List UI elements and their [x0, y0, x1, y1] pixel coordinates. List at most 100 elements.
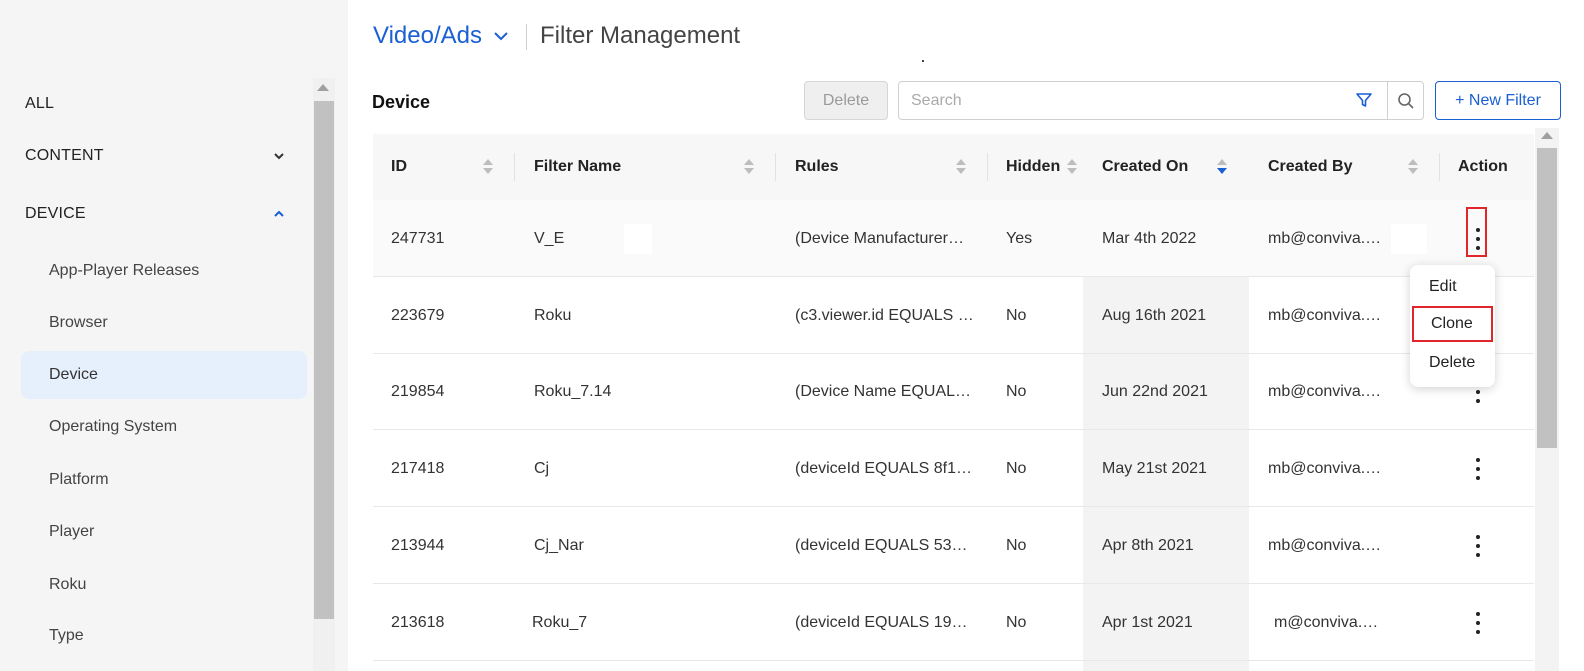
cell-created-on: Jun 22nd 2021	[1102, 382, 1208, 400]
column-header-filter-name[interactable]: Filter Name	[534, 134, 621, 200]
sort-icon[interactable]	[1067, 159, 1077, 175]
table-row[interactable]: 217418 Cj (deviceId EQUALS 8f1… No May 2…	[373, 430, 1534, 507]
cell-hidden: Yes	[1006, 229, 1033, 247]
breadcrumb-divider	[526, 24, 527, 50]
scroll-up-arrow-icon[interactable]	[1541, 132, 1553, 139]
cell-rules: (deviceId EQUALS 19…	[795, 613, 968, 631]
cell-created-by: m@conviva.…	[1274, 613, 1379, 631]
table-row[interactable]: 219854 Roku_7.14 (Device Name EQUAL… No …	[373, 353, 1534, 430]
sidebar-item-label: Device	[49, 366, 98, 383]
sort-icon[interactable]	[744, 159, 754, 175]
cell-rules: (Device Name EQUAL…	[795, 382, 972, 400]
cell-filter-name: Roku	[534, 306, 572, 324]
search-box	[898, 81, 1388, 120]
column-divider	[987, 153, 988, 181]
sort-icon[interactable]	[1408, 159, 1418, 175]
chevron-up-icon[interactable]	[272, 207, 286, 221]
scroll-up-arrow-icon[interactable]	[317, 84, 329, 91]
sidebar-item-browser[interactable]: Browser	[0, 299, 310, 347]
sidebar-item-type[interactable]: Type	[0, 612, 310, 660]
cell-created-by: mb@conviva.…	[1268, 459, 1382, 477]
sort-icon[interactable]	[956, 159, 966, 175]
sidebar-item-roku[interactable]: Roku	[0, 561, 310, 609]
more-actions-icon[interactable]	[1474, 612, 1482, 634]
cell-id: 219854	[391, 382, 445, 400]
cell-filter-name: Roku_7.14	[534, 382, 612, 400]
cell-rules: (c3.viewer.id EQUALS …	[795, 306, 974, 324]
column-header-created-on[interactable]: Created On	[1102, 134, 1188, 200]
column-header-action: Action	[1458, 158, 1508, 175]
table-scrollbar-thumb[interactable]	[1537, 148, 1557, 448]
cell-id: 213618	[391, 613, 445, 631]
cell-id: 217418	[391, 459, 445, 477]
table-row[interactable]: 223679 Roku (c3.viewer.id EQUALS … No Au…	[373, 277, 1534, 354]
cell-created-on: Mar 4th 2022	[1102, 229, 1197, 247]
table-row[interactable]: 213944 Cj_Nar (deviceId EQUALS 53… No Ap…	[373, 507, 1534, 584]
sort-descending-icon[interactable]	[1217, 159, 1227, 175]
table-row[interactable]: 213618 Roku_7 (deviceId EQUALS 19… No Ap…	[373, 584, 1534, 661]
sidebar-item-label: CONTENT	[25, 147, 104, 164]
menu-item-delete[interactable]: Delete	[1410, 345, 1495, 381]
cell-filter-name: Cj_Nar	[534, 536, 584, 554]
sidebar-item-platform[interactable]: Platform	[0, 456, 310, 504]
cell-filter-name: Roku_7	[532, 613, 588, 631]
cell-created-on: Apr 8th 2021	[1102, 536, 1194, 554]
new-filter-button[interactable]: + New Filter	[1435, 81, 1561, 120]
sidebar-item-app-player-releases[interactable]: App-Player Releases	[0, 247, 310, 295]
cell-created-by: mb@conviva.…	[1268, 382, 1382, 400]
column-header-hidden[interactable]: Hidden	[1006, 134, 1060, 200]
sidebar-item-player[interactable]: Player	[0, 508, 310, 556]
cell-created-on: May 21st 2021	[1102, 459, 1207, 477]
sidebar-item-label: Platform	[49, 471, 109, 488]
sidebar-item-label: Type	[49, 627, 84, 644]
sidebar-item-operating-system[interactable]: Operating System	[0, 403, 310, 451]
menu-item-edit[interactable]: Edit	[1410, 269, 1495, 305]
cell-hidden: No	[1006, 613, 1027, 631]
table-header: ID Filter Name Rules Hidden Created On C…	[373, 134, 1534, 200]
cell-rules: (deviceId EQUALS 53…	[795, 536, 968, 554]
cell-created-by: mb@conviva.…	[1268, 200, 1428, 277]
sidebar-item-label: DEVICE	[25, 205, 86, 222]
cell-id: 223679	[391, 306, 445, 324]
sidebar-item-content[interactable]: CONTENT	[0, 132, 310, 180]
kebab-highlight-box	[1466, 207, 1487, 257]
sidebar-scrollbar-thumb[interactable]	[314, 101, 334, 619]
more-actions-icon[interactable]	[1474, 535, 1482, 557]
chevron-down-icon[interactable]	[272, 149, 286, 163]
column-divider	[514, 153, 515, 181]
sidebar: ALL CONTENT DEVICE App-Player Releases B…	[0, 0, 348, 671]
breadcrumb-label[interactable]: Video/Ads	[373, 22, 482, 50]
cell-filter-name: V_E	[534, 200, 653, 277]
column-header-rules[interactable]: Rules	[795, 134, 839, 200]
sidebar-item-device-group[interactable]: DEVICE	[0, 190, 310, 238]
sort-icon[interactable]	[483, 159, 493, 175]
sidebar-item-label: Roku	[49, 576, 87, 593]
search-button[interactable]	[1387, 81, 1424, 120]
table-row[interactable]: 247731 V_E (Device Manufacturer… Yes Mar…	[373, 200, 1534, 277]
menu-item-clone[interactable]: Clone	[1412, 306, 1493, 342]
cell-hidden: No	[1006, 459, 1027, 477]
sidebar-item-label: Browser	[49, 314, 108, 331]
sidebar-item-label: Operating System	[49, 418, 178, 435]
chevron-down-icon[interactable]	[492, 27, 510, 45]
breadcrumb[interactable]: Video/Ads	[373, 22, 510, 50]
column-divider	[775, 153, 776, 181]
redaction-mask	[1391, 223, 1428, 254]
search-icon	[1397, 92, 1414, 109]
more-actions-icon[interactable]	[1474, 458, 1482, 480]
cell-created-on: Aug 16th 2021	[1102, 306, 1207, 324]
search-input[interactable]	[899, 82, 1339, 119]
row-actions-menu: Edit Clone Delete	[1410, 265, 1495, 387]
sidebar-item-device[interactable]: Device	[21, 351, 307, 399]
stray-dot	[922, 60, 924, 62]
sidebar-item-label: Player	[49, 523, 95, 540]
column-header-created-by[interactable]: Created By	[1268, 134, 1352, 200]
filter-icon[interactable]	[1355, 91, 1373, 109]
sidebar-item-label: App-Player Releases	[49, 262, 200, 279]
delete-button[interactable]: Delete	[804, 81, 888, 120]
cell-rules: (deviceId EQUALS 8f1…	[795, 459, 972, 477]
cell-hidden: No	[1006, 382, 1027, 400]
column-header-id[interactable]: ID	[391, 134, 407, 200]
sidebar-item-all[interactable]: ALL	[0, 80, 310, 128]
redaction-mask	[624, 223, 653, 254]
